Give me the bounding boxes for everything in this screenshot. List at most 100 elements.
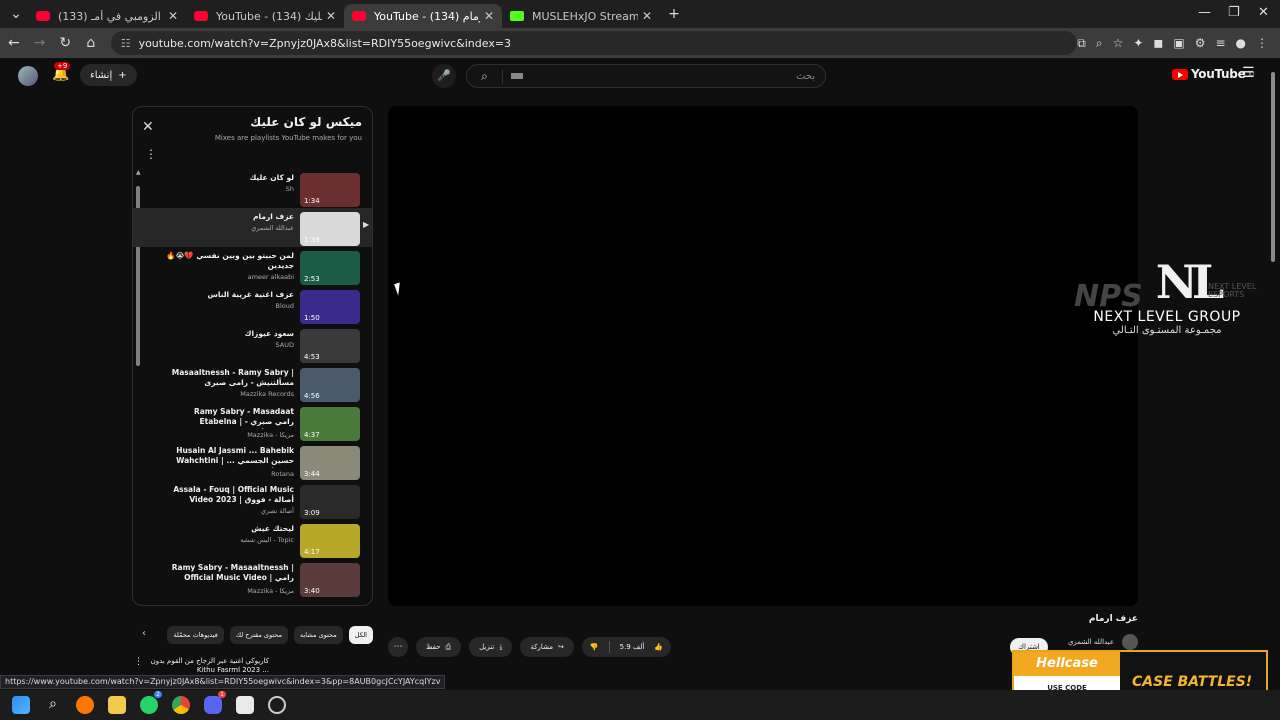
channel-avatar[interactable] [1122,634,1138,650]
chevron-left-icon[interactable]: ‹ [142,628,146,639]
new-tab-icon[interactable]: + [662,6,686,22]
tab-search-icon[interactable]: ⌄ [4,6,28,22]
video-player[interactable] [388,106,1138,606]
close-tab-icon[interactable]: ✕ [326,9,336,23]
page-scrollbar-thumb[interactable] [1271,72,1275,262]
playlist-item[interactable]: Ramy Sabry - Masaaltnessh | Official Mus… [133,559,372,598]
filter-chip[interactable]: الكل [348,626,373,644]
video-thumbnail[interactable]: 1:50 [300,290,360,324]
browser-tab-3[interactable]: YouTube - (134) عزف ارمام ✕ [344,4,502,28]
browser-tab-4[interactable]: MUSLEHxJO Stream - Watch Li ✕ [502,4,660,28]
sponsor-tagline: CASE BATTLES! [1132,674,1253,690]
app-icon[interactable] [236,696,254,714]
close-tab-icon[interactable]: ✕ [168,9,178,23]
dislike-icon[interactable]: 👎 [590,643,599,651]
media-icon[interactable]: ≡ [1215,36,1225,50]
playlist-item-info: عزف ارمام عبدالله الشمري [164,212,294,232]
close-window-icon[interactable]: ✕ [1258,5,1269,20]
save-button[interactable]: حفظ ⎙ [416,637,462,657]
profile-icon[interactable]: ● [1236,36,1246,50]
youtube-header: 🔔 +9 إنشاء + 🎤 ⌕ بحث YouTube IQ ☰ [0,58,1280,90]
playlist-item[interactable]: عزف اغنية غريبة الناس Bloud 1:50 [133,286,372,325]
site-info-icon[interactable]: ☷ [121,37,131,50]
close-tab-icon[interactable]: ✕ [484,9,494,23]
settings-icon[interactable] [268,696,286,714]
search-input[interactable]: بحث [796,71,815,82]
action-bar: ⋯ حفظ ⎙ تنزيل ⤓ مشاركة ↪ 👎 5.9 ألف 👍 [388,637,672,657]
video-thumbnail[interactable]: 4:56 [300,368,360,402]
playlist-item[interactable]: ليحتك عيش اليس ششه - Topic 4:17 [133,520,372,559]
like-icon[interactable]: 👍 [654,643,663,651]
forward-icon[interactable]: → [28,35,52,51]
back-icon[interactable]: ← [2,35,26,51]
playlist-item[interactable]: لمن حبيتو بين وبين نفسي 💔😭🔥جديدين ameer a… [133,247,372,286]
close-tab-icon[interactable]: ✕ [642,9,652,23]
home-icon[interactable]: ⌂ [79,35,103,51]
create-button[interactable]: إنشاء + [80,64,137,86]
playlist-item[interactable]: Husain Al Jassmi ... Bahebik Wahchtini |… [133,442,372,481]
now-playing-icon: ▶ [363,220,370,229]
video-thumbnail[interactable]: 3:44 [300,446,360,480]
playlist-item-channel: Sh [285,185,294,193]
keyboard-icon[interactable] [511,73,523,79]
avatar[interactable] [18,66,38,86]
playlist-subtitle: Mixes are playlists YouTube makes for yo… [214,134,362,142]
video-thumbnail[interactable]: 1:39 [300,212,360,246]
chrome-icon[interactable] [172,696,190,714]
browser-tab-2[interactable]: YouTube - (134) لو كان عليك ✕ [186,4,344,28]
soundcloud-icon[interactable] [76,696,94,714]
video-thumbnail[interactable]: 2:53 [300,251,360,285]
browser-tab-1[interactable]: (133) دخلت مدينة الزومبي في أمـ ✕ [28,4,186,28]
share-button[interactable]: مشاركة ↪ [520,637,574,657]
discord-icon[interactable]: 1 [204,691,226,714]
playlist-item[interactable]: سعود عيوزاك SAUD 4:53 [133,325,372,364]
tab-title: MUSLEHxJO Stream - Watch Li [532,9,638,23]
search-icon[interactable]: ⌕ [467,68,503,84]
search-icon[interactable]: ⌕ [44,696,62,714]
video-thumbnail[interactable]: 3:09 [300,485,360,519]
filter-chip[interactable]: محتوى مشابه [293,626,343,644]
more-options-icon[interactable]: ⋮ [145,147,157,161]
playlist-item[interactable]: Masaaltnessh - Ramy Sabry | مسألتنيش - ر… [133,364,372,403]
watermark-ghost-small: NEXT LEVEL ESPORTS [1208,282,1257,299]
duration-badge: 4:53 [304,353,320,361]
page-scrollbar[interactable] [1271,62,1277,690]
puzzle-icon[interactable]: ⚙ [1195,36,1206,50]
zoom-icon[interactable]: ⌕ [1096,36,1103,51]
playlist-item[interactable]: عزف ارمام عبدالله الشمري 1:39 ▶ [133,208,372,247]
filter-chip[interactable]: محتوى مقترح لك [229,626,288,644]
extension-icon[interactable]: ◼ [1153,36,1163,50]
extension-icon[interactable]: ✦ [1133,36,1143,50]
file-explorer-icon[interactable] [108,696,126,714]
video-thumbnail[interactable]: 4:37 [300,407,360,441]
menu-icon[interactable]: ☰ [1242,65,1255,81]
video-thumbnail[interactable]: 3:40 [300,563,360,597]
playlist-item[interactable]: Assala - Fouq | Official Music Video 202… [133,481,372,520]
like-count: 5.9 ألف [619,643,645,651]
filter-chip[interactable]: فيديوهات محمّلة [167,626,224,644]
windows-start-icon[interactable] [12,696,30,714]
download-button[interactable]: تنزيل ⤓ [469,637,513,657]
close-icon[interactable]: ✕ [142,119,154,135]
bookmark-star-icon[interactable]: ☆ [1113,36,1124,50]
search-box[interactable]: ⌕ بحث [466,64,826,88]
video-thumbnail[interactable]: 4:53 [300,329,360,363]
reload-icon[interactable]: ↻ [53,35,77,51]
channel-name[interactable]: عبدالله الشمري [1068,638,1114,646]
recommended-title: كاريوكي اغنية عبر الزجاج من القوم بدون K… [150,657,269,674]
whatsapp-icon[interactable]: 2 [140,691,162,714]
recommended-item[interactable]: ⋮ كاريوكي اغنية عبر الزجاج من القوم بدون… [132,655,373,677]
video-thumbnail[interactable]: 4:17 [300,524,360,558]
minimize-icon[interactable]: — [1198,5,1211,20]
address-bar[interactable]: ☷ youtube.com/watch?v=Zpnyjz0JAx8&list=R… [110,31,1078,55]
extension-icon[interactable]: ▣ [1173,36,1184,50]
playlist-item[interactable]: Ramy Sabry - Masadaat Etabelna | رامي صب… [133,403,372,442]
playlist-item[interactable]: لو كان عليك Sh 1:34 [133,169,372,208]
install-icon[interactable]: ⧉ [1077,36,1086,51]
mic-icon[interactable]: 🎤 [432,64,456,88]
restore-icon[interactable]: ❐ [1228,5,1240,20]
video-thumbnail[interactable]: 1:34 [300,173,360,207]
more-actions-icon[interactable]: ⋯ [388,637,408,657]
menu-dots-icon[interactable]: ⋮ [1256,36,1268,50]
bell-icon[interactable]: 🔔 +9 [52,62,71,82]
